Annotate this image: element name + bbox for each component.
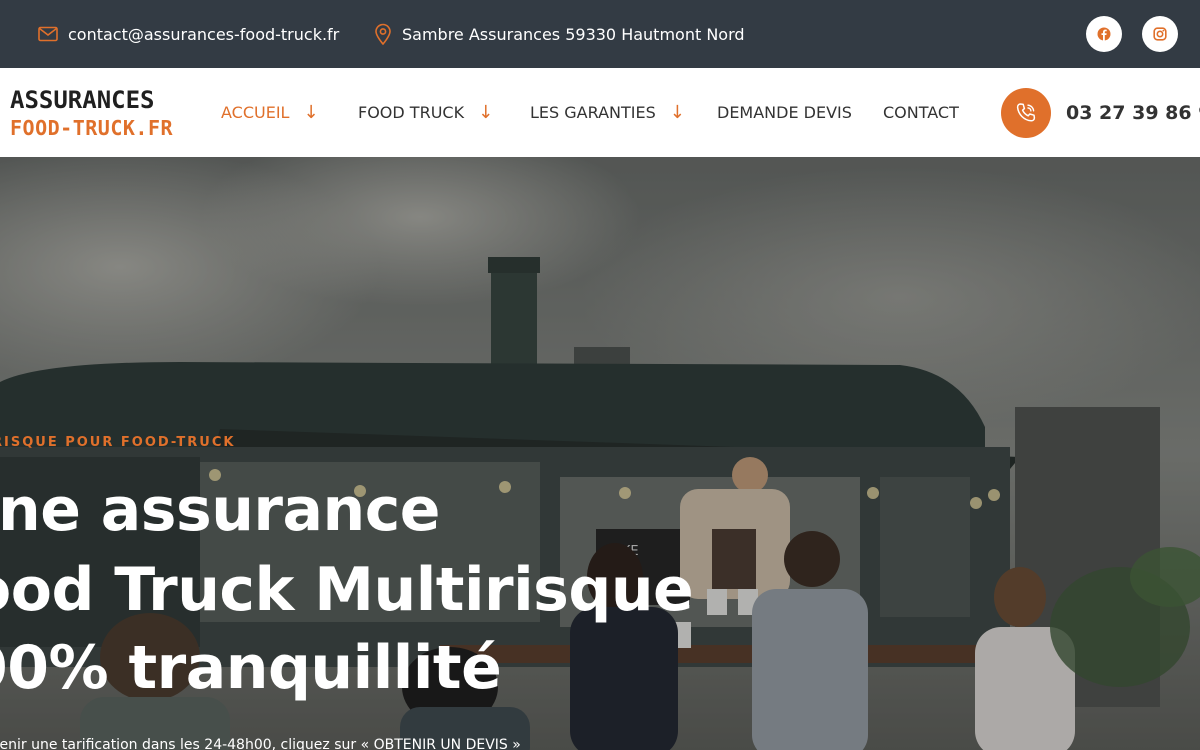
facebook-link[interactable]: [1086, 16, 1122, 52]
location-pin-icon: [375, 23, 391, 45]
hero-subtitle: tenir une tarification dans les 24-48h00…: [0, 737, 521, 750]
nav-item-les-garanties[interactable]: LES GARANTIES ↓: [530, 68, 685, 157]
nav-item-food-truck[interactable]: FOOD TRUCK ↓: [358, 68, 493, 157]
nav-item-label[interactable]: DEMANDE DEVIS: [717, 103, 852, 122]
mail-icon: [38, 26, 58, 42]
nav-item-contact[interactable]: CONTACT: [883, 68, 959, 157]
nav-item-label[interactable]: LES GARANTIES: [530, 103, 656, 122]
instagram-icon: [1153, 27, 1167, 41]
facebook-icon: [1097, 27, 1111, 41]
logo-line-1[interactable]: ASSURANCES: [10, 86, 173, 114]
arrow-down-icon[interactable]: ↓: [670, 102, 685, 123]
arrow-down-icon[interactable]: ↓: [478, 102, 493, 123]
arrow-down-icon[interactable]: ↓: [303, 102, 318, 123]
logo-line-2[interactable]: FOOD-TRUCK.FR: [10, 114, 173, 142]
hero-title-line-3: 00% tranquillité: [0, 633, 502, 703]
nav-item-label[interactable]: ACCUEIL: [221, 103, 289, 122]
address: Sambre Assurances 59330 Hautmont Nord: [374, 0, 745, 68]
nav-item-demande-devis[interactable]: DEMANDE DEVIS: [717, 68, 852, 157]
contact-email[interactable]: contact@assurances-food-truck.fr: [38, 0, 339, 68]
phone-call-button[interactable]: [1001, 88, 1051, 138]
nav-item-label[interactable]: CONTACT: [883, 103, 959, 122]
phone-icon: [1016, 103, 1036, 122]
address-text: Sambre Assurances 59330 Hautmont Nord: [402, 24, 745, 44]
nav-item-label[interactable]: FOOD TRUCK: [358, 103, 464, 122]
phone-number[interactable]: 03 27 39 86 99: [1066, 68, 1200, 157]
hero-kicker: RISQUE POUR FOOD-TRUCK: [0, 435, 236, 450]
site-logo[interactable]: ASSURANCES FOOD-TRUCK.FR: [10, 86, 173, 142]
top-info-bar: contact@assurances-food-truck.fr Sambre …: [0, 0, 1200, 68]
main-navbar: ASSURANCES FOOD-TRUCK.FR ACCUEIL ↓ FOOD …: [0, 68, 1200, 157]
hero-title-line-1: ne assurance: [0, 475, 440, 545]
contact-email-text[interactable]: contact@assurances-food-truck.fr: [68, 25, 339, 44]
hero-title-line-2: ood Truck Multirisque: [0, 555, 694, 625]
hero-banner: TAKE WAY RISQUE POUR FOOD-TRUCK ne: [0, 157, 1200, 750]
instagram-link[interactable]: [1142, 16, 1178, 52]
nav-item-accueil[interactable]: ACCUEIL ↓: [221, 68, 319, 157]
